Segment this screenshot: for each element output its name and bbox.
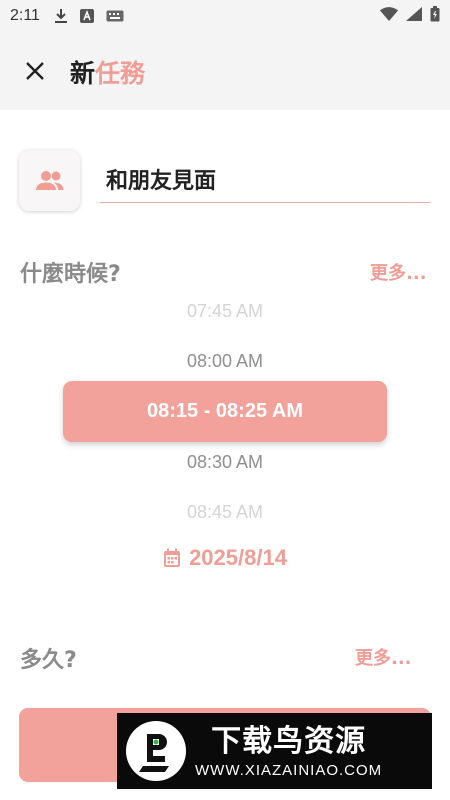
close-icon: [26, 62, 44, 80]
keyboard-icon: [106, 10, 124, 22]
time-option[interactable]: 08:00 AM: [0, 351, 450, 372]
battery-icon: [430, 6, 440, 26]
bird-logo-icon: [126, 721, 186, 781]
duration-more-link[interactable]: 更多...: [355, 644, 412, 670]
task-icon-button[interactable]: [19, 150, 80, 211]
app-bar: 新任務: [0, 32, 450, 110]
wifi-icon: [380, 7, 398, 25]
page-title: 新任務: [70, 54, 145, 90]
when-label: 什麼時候?: [20, 262, 121, 287]
task-name-input[interactable]: [100, 155, 430, 203]
selected-time-range[interactable]: 08:15 - 08:25 AM: [63, 381, 387, 442]
time-option[interactable]: 08:30 AM: [0, 452, 450, 473]
download-icon: [54, 8, 68, 24]
when-more-link[interactable]: 更多...: [370, 259, 427, 285]
status-time: 2:11: [10, 7, 40, 24]
close-button[interactable]: [20, 56, 50, 86]
people-icon: [35, 170, 63, 190]
calendar-icon: [164, 548, 181, 567]
time-option[interactable]: 07:45 AM: [0, 301, 450, 322]
date-text: 2025/8/14: [189, 545, 287, 570]
a-app-icon: [79, 9, 94, 23]
date-selector[interactable]: 2025/8/14: [0, 545, 450, 571]
watermark-title: 下载鸟资源: [211, 723, 367, 759]
page-title-part1: 新: [70, 59, 96, 88]
time-option[interactable]: 08:45 AM: [0, 502, 450, 523]
page-title-part2: 任務: [95, 59, 146, 88]
signal-icon: [406, 7, 422, 25]
duration-label: 多久?: [20, 648, 77, 673]
watermark-url: WWW.XIAZAINIAO.COM: [195, 761, 383, 779]
status-bar: 2:11: [0, 0, 450, 32]
watermark: 下载鸟资源 WWW.XIAZAINIAO.COM: [117, 713, 432, 789]
